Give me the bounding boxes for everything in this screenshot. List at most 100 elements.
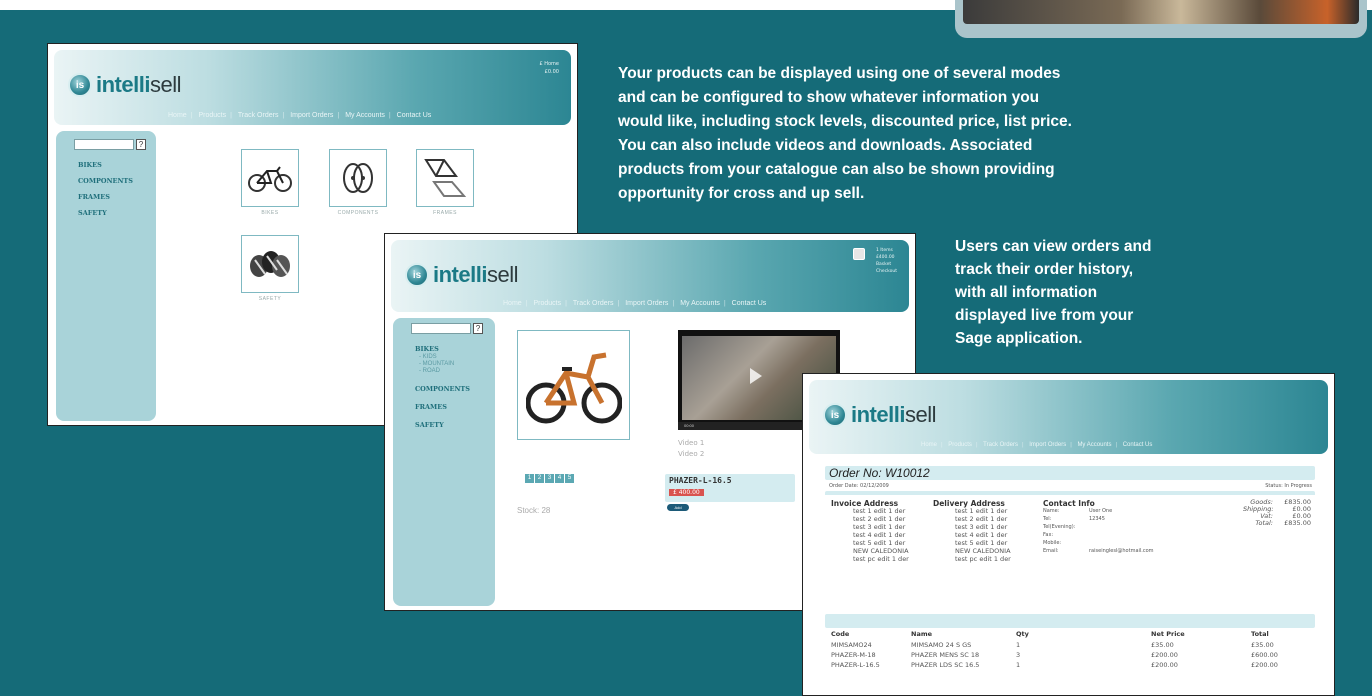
sidebar-item-components[interactable]: COMPONENTS bbox=[415, 385, 470, 393]
header-account-info: £ Home £0.00 bbox=[539, 61, 559, 75]
cell-name: PHAZER MENS SC 18 bbox=[911, 651, 980, 659]
nav-track-orders[interactable]: Track Orders bbox=[569, 300, 618, 307]
product-info-bar: PHAZER-L-16.5 £ 400.00 bbox=[665, 474, 795, 502]
video-link-2[interactable]: Video 2 bbox=[678, 450, 704, 458]
basket-icon[interactable] bbox=[853, 248, 865, 260]
nav-track-orders[interactable]: Track Orders bbox=[979, 442, 1022, 448]
column-code: Code bbox=[831, 630, 850, 638]
sidebar-subitem-road[interactable]: - ROAD bbox=[419, 368, 440, 374]
intellisell-logo: is intellisell bbox=[823, 402, 936, 428]
cell-name: MIMSAMO 24 S GS bbox=[911, 641, 972, 649]
pager-page-1[interactable]: 1 bbox=[525, 474, 534, 483]
sidebar-item-bikes[interactable]: BIKES bbox=[78, 161, 102, 169]
category-tile-bikes[interactable] bbox=[241, 149, 299, 207]
category-tile-components[interactable] bbox=[329, 149, 387, 207]
pager-page-3[interactable]: 3 bbox=[545, 474, 554, 483]
corner-photo bbox=[963, 0, 1359, 24]
category-label-frames: FRAMES bbox=[433, 210, 457, 216]
main-nav: Home | Products | Track Orders | Import Ord… bbox=[917, 442, 1156, 448]
search-button[interactable]: ? bbox=[136, 139, 146, 150]
search-input[interactable] bbox=[411, 323, 471, 334]
cell-net-price: £35.00 bbox=[1151, 641, 1174, 649]
sidebar-item-components[interactable]: COMPONENTS bbox=[78, 177, 133, 185]
nav-track-orders[interactable]: Track Orders bbox=[234, 112, 283, 119]
search-input[interactable] bbox=[74, 139, 134, 150]
nav-home[interactable]: Home bbox=[917, 442, 941, 448]
cell-net-price: £200.00 bbox=[1151, 651, 1178, 659]
site-header: is intellisell 1 Items £400.00 Basket Check… bbox=[391, 240, 909, 312]
nav-contact-us[interactable]: Contact Us bbox=[393, 112, 436, 119]
logo-text: intellisell bbox=[96, 72, 181, 97]
nav-import-orders[interactable]: Import Orders bbox=[1025, 442, 1070, 448]
play-icon[interactable] bbox=[750, 368, 762, 384]
sidebar-item-safety[interactable]: SAFETY bbox=[78, 209, 107, 217]
sidebar: ? BIKES COMPONENTS FRAMES SAFETY bbox=[56, 131, 156, 421]
cell-qty: 3 bbox=[1016, 651, 1021, 659]
order-date: Order Date: 02/12/2009 bbox=[829, 483, 889, 489]
nav-products[interactable]: Products bbox=[194, 112, 230, 119]
nav-home[interactable]: Home bbox=[164, 112, 191, 119]
cell-code: PHAZER-M-18 bbox=[831, 651, 876, 659]
pager: 1 2 3 4 5 bbox=[525, 474, 574, 483]
nav-products[interactable]: Products bbox=[529, 300, 565, 307]
order-totals-values: £835.00 £0.00 £0.00 £835.00 bbox=[1284, 498, 1311, 527]
nav-products[interactable]: Products bbox=[944, 442, 976, 448]
nav-import-orders[interactable]: Import Orders bbox=[621, 300, 672, 307]
sidebar-subitem-mountain[interactable]: - MOUNTAIN bbox=[419, 361, 454, 367]
column-total: Total bbox=[1251, 630, 1269, 638]
sidebar-item-frames[interactable]: FRAMES bbox=[415, 403, 447, 411]
logo-text: intellisell bbox=[851, 402, 936, 427]
cell-name: PHAZER LDS SC 16.5 bbox=[911, 661, 980, 669]
category-tile-safety[interactable] bbox=[241, 235, 299, 293]
order-status: Status: In Progress bbox=[1265, 483, 1312, 489]
stock-level: Stock: 28 bbox=[517, 506, 551, 515]
nav-home[interactable]: Home bbox=[499, 300, 526, 307]
nav-import-orders[interactable]: Import Orders bbox=[286, 112, 337, 119]
video-link-1[interactable]: Video 1 bbox=[678, 439, 704, 447]
basket-summary[interactable]: 1 Items £400.00 Basket Checkout bbox=[876, 247, 897, 275]
order-title: Order No: W10012 bbox=[829, 466, 930, 480]
pager-page-5[interactable]: 5 bbox=[565, 474, 574, 483]
product-image[interactable] bbox=[517, 330, 630, 440]
sidebar-item-bikes[interactable]: BIKES bbox=[415, 345, 439, 353]
nav-my-accounts[interactable]: My Accounts bbox=[341, 112, 389, 119]
column-name: Name bbox=[911, 630, 933, 638]
sidebar-subitem-kids[interactable]: - KIDS bbox=[419, 354, 437, 360]
nav-contact-us[interactable]: Contact Us bbox=[728, 300, 771, 307]
mountain-bike-icon bbox=[525, 352, 622, 424]
category-tile-frames[interactable] bbox=[416, 149, 474, 207]
order-details-panel: Invoice Address test 1 edit 1 der test 2 … bbox=[825, 491, 1315, 603]
cell-total: £35.00 bbox=[1251, 641, 1274, 649]
helmet-icon bbox=[250, 251, 290, 277]
logo-mark-icon: is bbox=[823, 403, 847, 427]
screenshot-order: is intellisell Home | Products | Track Ord… bbox=[802, 373, 1335, 696]
nav-my-accounts[interactable]: My Accounts bbox=[676, 300, 724, 307]
nav-my-accounts[interactable]: My Accounts bbox=[1073, 442, 1115, 448]
wheels-icon bbox=[343, 163, 373, 193]
add-to-basket-button[interactable]: Add bbox=[667, 504, 689, 511]
site-header: is intellisell £ Home £0.00 Home | Product… bbox=[54, 50, 571, 125]
logo-text: intellisell bbox=[433, 262, 518, 287]
order-items-table: Code Name Qty Net Price Total MIMSAMO24 M… bbox=[831, 628, 1311, 670]
pager-page-4[interactable]: 4 bbox=[555, 474, 564, 483]
cell-code: MIMSAMO24 bbox=[831, 641, 872, 649]
sidebar: ? BIKES - KIDS - MOUNTAIN - ROAD COMPONE… bbox=[393, 318, 495, 606]
search-button[interactable]: ? bbox=[473, 323, 483, 334]
table-row[interactable]: MIMSAMO24 MIMSAMO 24 S GS 1 £35.00 £35.00 bbox=[831, 640, 1311, 650]
main-nav: Home | Products | Track Orders | Import Ord… bbox=[499, 300, 770, 307]
table-row[interactable]: PHAZER-M-18 PHAZER MENS SC 18 3 £200.00 £600… bbox=[831, 650, 1311, 660]
nav-contact-us[interactable]: Contact Us bbox=[1119, 442, 1157, 448]
pager-page-2[interactable]: 2 bbox=[535, 474, 544, 483]
sidebar-item-frames[interactable]: FRAMES bbox=[78, 193, 110, 201]
bike-icon bbox=[248, 166, 292, 192]
column-net-price: Net Price bbox=[1151, 630, 1185, 638]
cell-total: £200.00 bbox=[1251, 661, 1278, 669]
orders-description: Users can view orders and track their or… bbox=[955, 238, 1152, 347]
product-code: PHAZER-L-16.5 bbox=[669, 476, 732, 485]
contact-labels: Name: Tel: Tel(Evening): Fax: Mobile: Email: bbox=[1043, 508, 1076, 554]
table-row[interactable]: PHAZER-L-16.5 PHAZER LDS SC 16.5 1 £200.00 £… bbox=[831, 660, 1311, 670]
sidebar-item-safety[interactable]: SAFETY bbox=[415, 421, 444, 429]
delivery-address: test 1 edit 1 der test 2 edit 1 der test 3… bbox=[955, 507, 1011, 563]
cell-net-price: £200.00 bbox=[1151, 661, 1178, 669]
main-nav: Home | Products | Track Orders | Import Ord… bbox=[164, 112, 435, 119]
